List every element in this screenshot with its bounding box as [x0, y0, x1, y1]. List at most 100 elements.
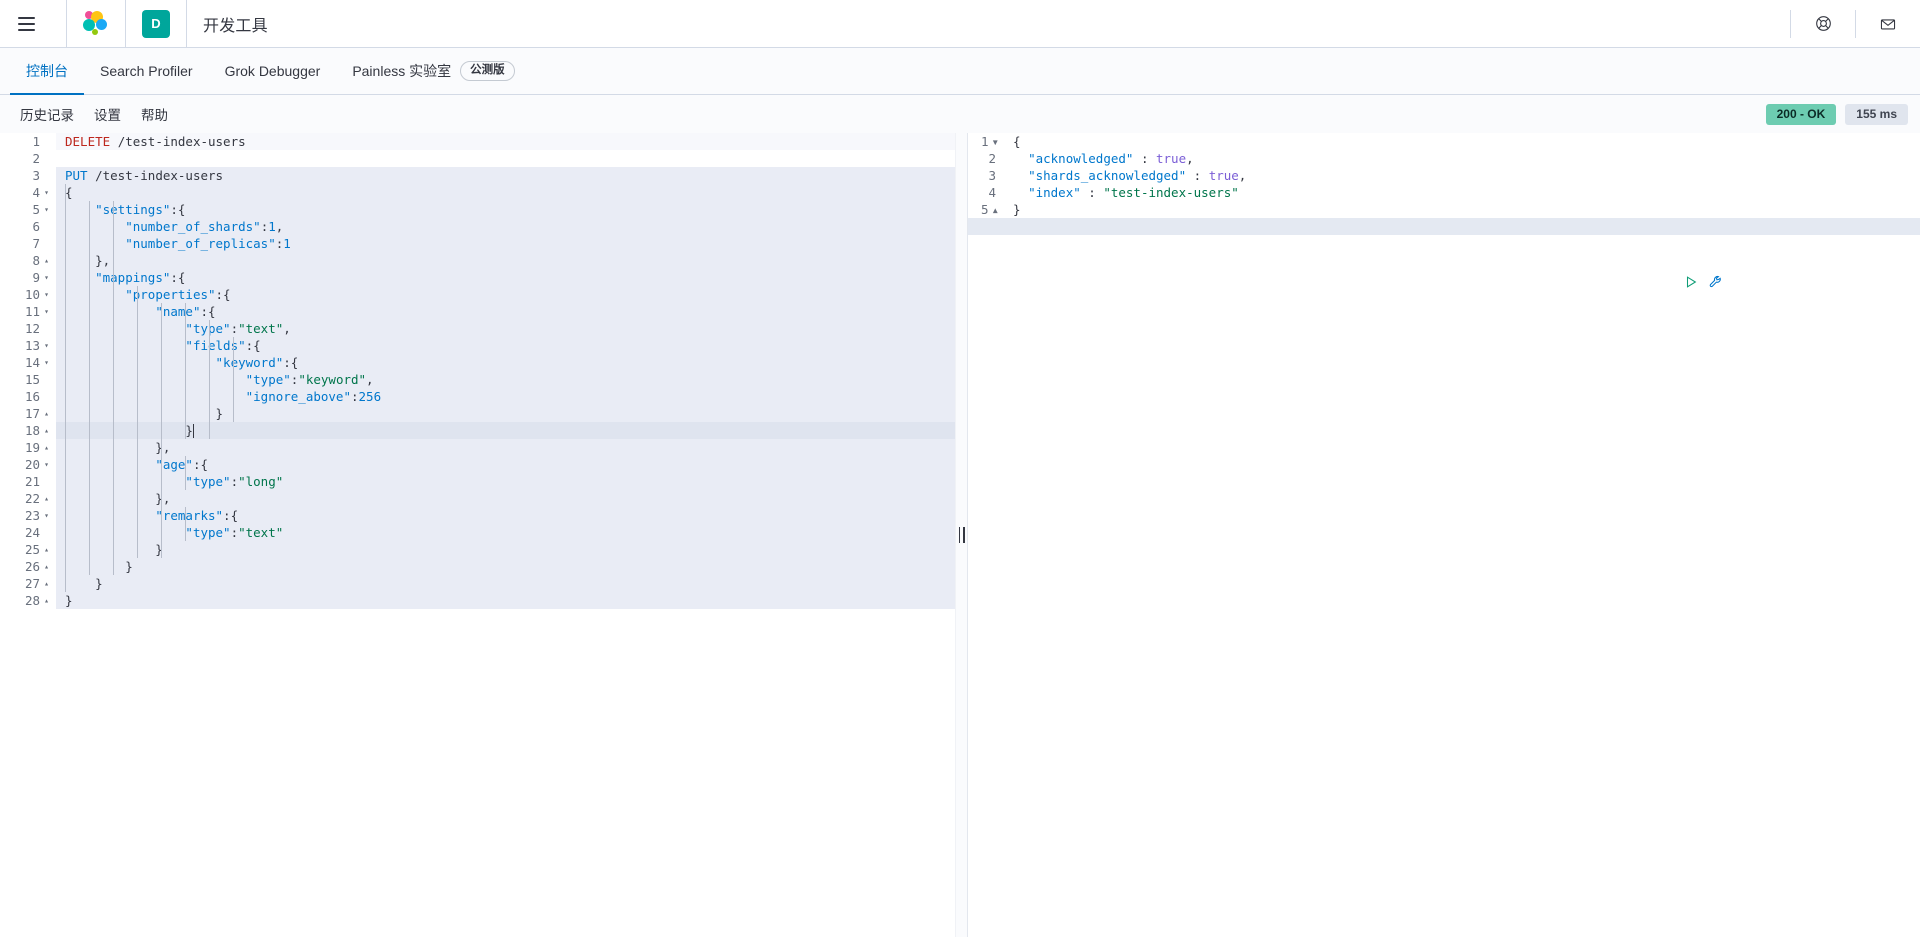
code-line[interactable]: "fields":{	[56, 337, 955, 354]
line-number[interactable]: 15	[0, 371, 56, 388]
response-editor[interactable]: 1 ▾{2 "acknowledged" : true, 3 "shards_ack…	[968, 133, 1920, 937]
fold-toggle-icon[interactable]: ▴	[43, 541, 50, 558]
code-line[interactable]: "number_of_replicas":1	[56, 235, 955, 252]
response-fold-toggle-icon[interactable]: ▴	[991, 201, 999, 218]
line-number[interactable]: 23 ▾	[0, 507, 56, 524]
code-line[interactable]: "type": "text"	[56, 524, 955, 541]
line-number[interactable]: 1	[0, 133, 56, 150]
line-number[interactable]: 19 ▴	[0, 439, 56, 456]
fold-toggle-icon[interactable]: ▴	[43, 422, 50, 439]
line-number[interactable]: 8 ▴	[0, 252, 56, 269]
editor-line[interactable]: 15 "type": "keyword",	[0, 371, 955, 388]
code-line[interactable]: "mappings":{	[56, 269, 955, 286]
editor-line[interactable]: 12 "type": "text",	[0, 320, 955, 337]
editor-line[interactable]: 24 "type": "text"	[0, 524, 955, 541]
app-badge[interactable]: D	[142, 9, 170, 38]
console-menu-settings[interactable]: 设置	[84, 100, 131, 128]
editor-line[interactable]: 26 ▴ }	[0, 558, 955, 575]
console-menu-history[interactable]: 历史记录	[10, 100, 84, 128]
fold-toggle-icon[interactable]: ▴	[43, 575, 50, 592]
code-line[interactable]: "name":{	[56, 303, 955, 320]
line-number[interactable]: 26 ▴	[0, 558, 56, 575]
fold-toggle-icon[interactable]: ▴	[43, 252, 50, 269]
code-line[interactable]: "remarks":{	[56, 507, 955, 524]
line-number[interactable]: 4 ▾	[0, 184, 56, 201]
line-number[interactable]: 6	[0, 218, 56, 235]
line-number[interactable]: 27 ▴	[0, 575, 56, 592]
code-line[interactable]: {	[56, 184, 955, 201]
editor-line[interactable]: 1 DELETE /test-index-users	[0, 133, 955, 150]
fold-toggle-icon[interactable]: ▴	[43, 558, 50, 575]
line-number[interactable]: 13 ▾	[0, 337, 56, 354]
fold-toggle-icon[interactable]: ▾	[43, 184, 50, 201]
editor-line[interactable]: 10 ▾ "properties":{	[0, 286, 955, 303]
pane-splitter[interactable]	[955, 133, 968, 937]
line-number[interactable]: 22 ▴	[0, 490, 56, 507]
line-number[interactable]: 16	[0, 388, 56, 405]
code-line[interactable]: "type": "long"	[56, 473, 955, 490]
code-line[interactable]: "age":{	[56, 456, 955, 473]
editor-line[interactable]: 17 ▴ }	[0, 405, 955, 422]
fold-toggle-icon[interactable]: ▴	[43, 592, 50, 609]
editor-line[interactable]: 11 ▾ "name":{	[0, 303, 955, 320]
editor-line[interactable]: 7 "number_of_replicas":1	[0, 235, 955, 252]
fold-toggle-icon[interactable]: ▾	[43, 456, 50, 473]
code-line[interactable]: }	[56, 541, 955, 558]
line-number[interactable]: 24	[0, 524, 56, 541]
editor-line[interactable]: 4 ▾{	[0, 184, 955, 201]
code-line[interactable]: }	[56, 592, 955, 609]
line-number[interactable]: 2	[0, 150, 56, 167]
tab-painless-lab[interactable]: Painless 实验室 公测版	[336, 48, 530, 94]
code-line[interactable]: }	[56, 422, 955, 439]
code-line[interactable]: "number_of_shards":1,	[56, 218, 955, 235]
code-line[interactable]: "type": "text",	[56, 320, 955, 337]
editor-line[interactable]: 22 ▴ },	[0, 490, 955, 507]
code-line[interactable]: }	[56, 405, 955, 422]
tab-search-profiler[interactable]: Search Profiler	[84, 48, 209, 94]
fold-toggle-icon[interactable]: ▴	[43, 439, 50, 456]
editor-line[interactable]: 28 ▴}	[0, 592, 955, 609]
editor-line[interactable]: 16 "ignore_above":256	[0, 388, 955, 405]
line-number[interactable]: 20 ▾	[0, 456, 56, 473]
editor-line[interactable]: 19 ▴ },	[0, 439, 955, 456]
line-number[interactable]: 3	[0, 167, 56, 184]
fold-toggle-icon[interactable]: ▴	[43, 490, 50, 507]
editor-line[interactable]: 3 PUT /test-index-users	[0, 167, 955, 184]
editor-line[interactable]: 13 ▾ "fields":{	[0, 337, 955, 354]
editor-line[interactable]: 9 ▾ "mappings":{	[0, 269, 955, 286]
fold-toggle-icon[interactable]: ▾	[43, 507, 50, 524]
editor-line[interactable]: 8 ▴ },	[0, 252, 955, 269]
request-editor[interactable]: 1 DELETE /test-index-users 2 3 PUT /test-ind…	[0, 133, 955, 937]
line-number[interactable]: 28 ▴	[0, 592, 56, 609]
line-number[interactable]: 25 ▴	[0, 541, 56, 558]
editor-line[interactable]: 25 ▴ }	[0, 541, 955, 558]
code-line[interactable]	[56, 150, 955, 167]
code-line[interactable]: "type": "keyword",	[56, 371, 955, 388]
mail-envelope-icon[interactable]	[1870, 6, 1906, 42]
editor-line[interactable]: 27 ▴ }	[0, 575, 955, 592]
line-number[interactable]: 7	[0, 235, 56, 252]
code-line[interactable]: DELETE /test-index-users	[56, 133, 955, 150]
console-menu-help[interactable]: 帮助	[131, 100, 178, 128]
request-editor-rows[interactable]: 1 DELETE /test-index-users 2 3 PUT /test-ind…	[0, 133, 955, 609]
line-number[interactable]: 21	[0, 473, 56, 490]
tab-console[interactable]: 控制台	[10, 48, 84, 95]
line-number[interactable]: 5 ▾	[0, 201, 56, 218]
hamburger-menu-icon[interactable]	[10, 8, 42, 40]
fold-toggle-icon[interactable]: ▾	[43, 269, 50, 286]
code-line[interactable]: "ignore_above":256	[56, 388, 955, 405]
editor-line[interactable]: 5 ▾ "settings":{	[0, 201, 955, 218]
line-number[interactable]: 17 ▴	[0, 405, 56, 422]
code-line[interactable]: "settings":{	[56, 201, 955, 218]
editor-line[interactable]: 20 ▾ "age":{	[0, 456, 955, 473]
line-number[interactable]: 18 ▴	[0, 422, 56, 439]
editor-line[interactable]: 14 ▾ "keyword":{	[0, 354, 955, 371]
code-line[interactable]: }	[56, 558, 955, 575]
line-number[interactable]: 12	[0, 320, 56, 337]
line-number[interactable]: 14 ▾	[0, 354, 56, 371]
tab-grok-debugger[interactable]: Grok Debugger	[209, 48, 337, 94]
elastic-logo-icon[interactable]	[83, 10, 109, 37]
line-number[interactable]: 9 ▾	[0, 269, 56, 286]
line-number[interactable]: 10 ▾	[0, 286, 56, 303]
code-line[interactable]: "properties":{	[56, 286, 955, 303]
